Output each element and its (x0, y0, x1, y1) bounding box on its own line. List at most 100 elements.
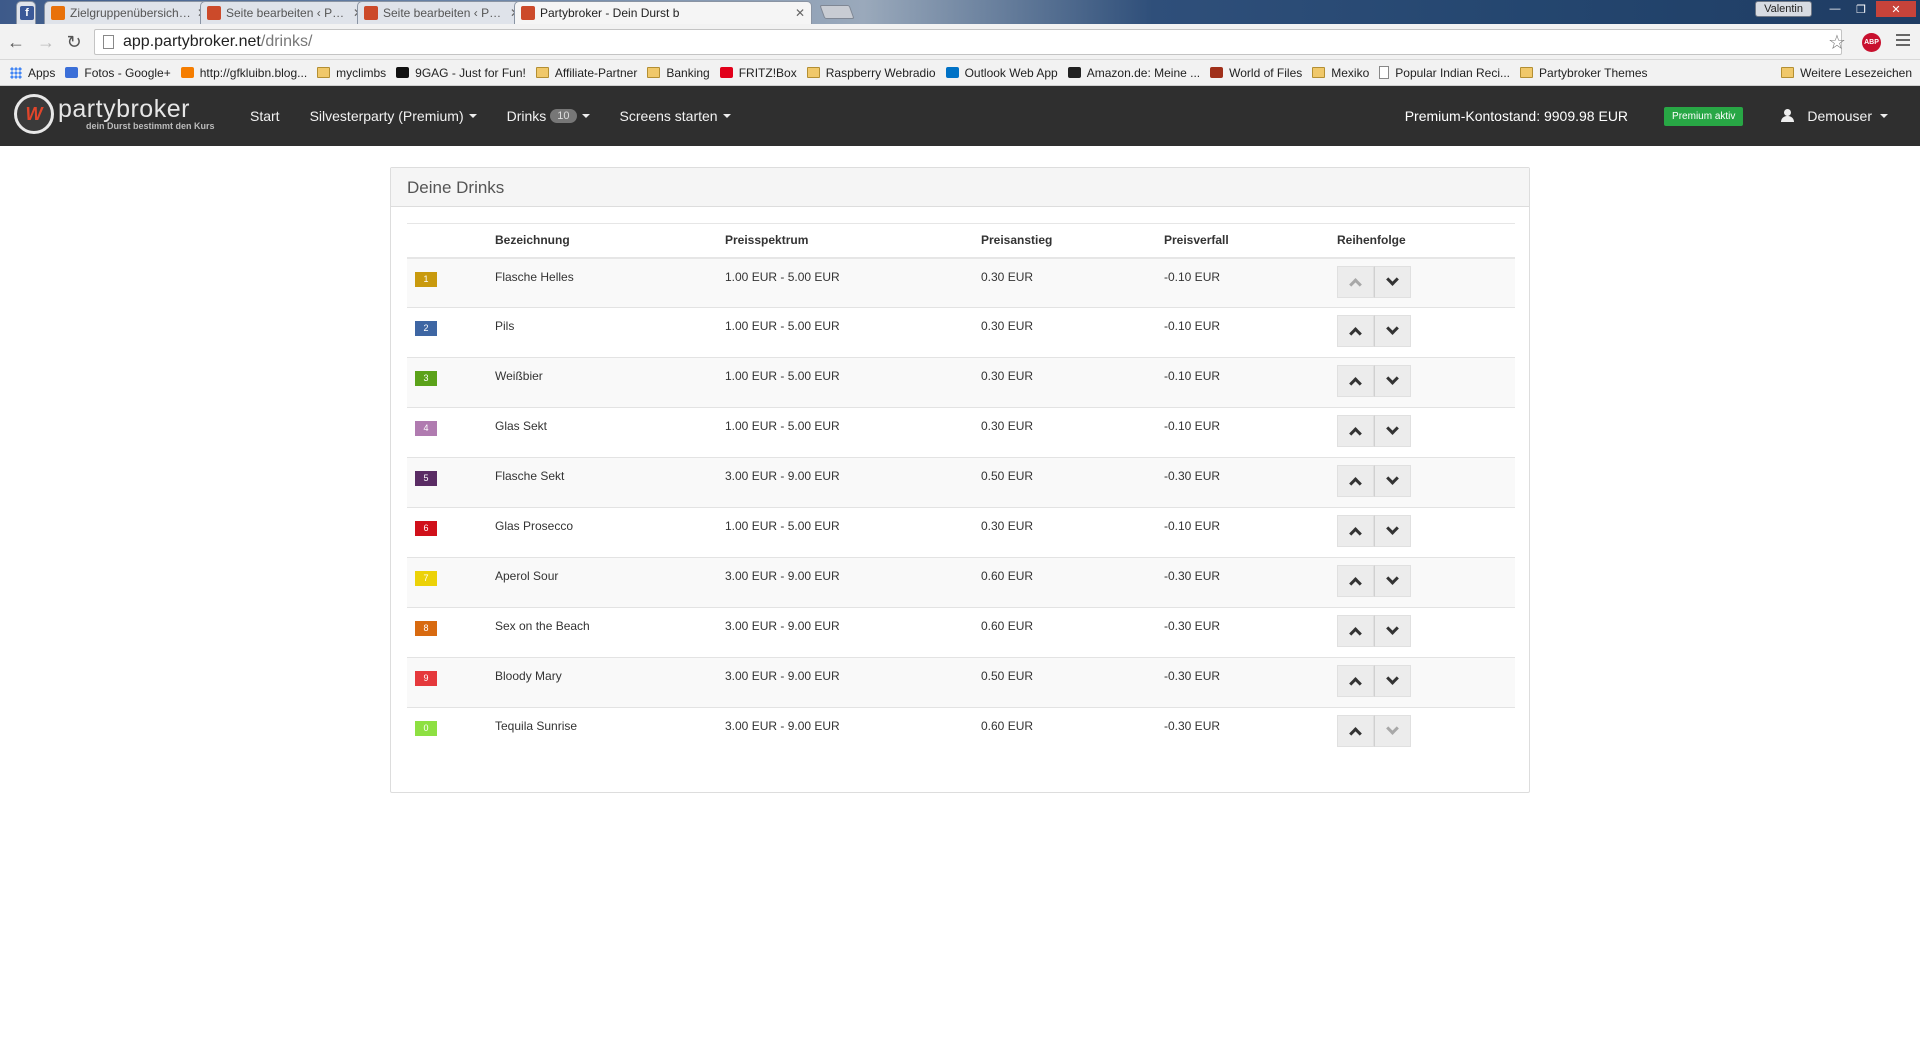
move-up-button[interactable] (1337, 515, 1374, 547)
apps-icon (10, 66, 22, 79)
drink-price-fall: -0.30 EUR (1164, 457, 1337, 508)
chevron-up-icon (1349, 627, 1362, 640)
nav-party-dropdown[interactable]: Silvesterparty (Premium) (310, 108, 477, 124)
drink-name: Sex on the Beach (495, 607, 725, 658)
bookmark-label: Popular Indian Reci... (1395, 65, 1511, 80)
tab-title: Seite bearbeiten ‹ Partybr (226, 6, 349, 20)
browser-tab[interactable]: Zielgruppenübersicht - Go✕ (44, 1, 214, 24)
drink-order-cell (1337, 407, 1515, 458)
bookmark-item[interactable]: FRITZ!Box (719, 66, 797, 80)
bookmark-item[interactable]: myclimbs (317, 66, 386, 80)
chevron-up-icon (1349, 727, 1362, 740)
move-down-button[interactable] (1374, 315, 1411, 347)
header-name: Bezeichnung (495, 223, 725, 259)
drink-row: 6 Glas Prosecco 1.00 EUR - 5.00 EUR 0.30 EU… (407, 507, 1515, 558)
drink-price-rise: 0.30 EUR (981, 407, 1164, 458)
chevron-up-icon (1349, 527, 1362, 540)
move-up-button[interactable] (1337, 715, 1374, 747)
chevron-down-icon (1386, 422, 1399, 435)
close-window-icon[interactable]: ✕ (1876, 1, 1916, 17)
bookmark-star-icon[interactable]: ☆ (1828, 30, 1846, 55)
drink-row: 2 Pils 1.00 EUR - 5.00 EUR 0.30 EUR -0.10 EU… (407, 307, 1515, 358)
bookmark-item[interactable]: World of Files (1210, 66, 1302, 80)
drink-price-range: 3.00 EUR - 9.00 EUR (725, 707, 981, 758)
minimize-icon[interactable]: — (1824, 1, 1846, 17)
folder-icon (1520, 67, 1534, 78)
profile-button[interactable]: Valentin (1755, 1, 1812, 17)
move-down-button[interactable] (1374, 465, 1411, 497)
browser-menu-icon[interactable] (1896, 34, 1910, 49)
drink-row: 4 Glas Sekt 1.00 EUR - 5.00 EUR 0.30 EUR -0.… (407, 407, 1515, 458)
bookmark-item[interactable]: Amazon.de: Meine ... (1067, 65, 1201, 80)
order-buttons (1337, 365, 1411, 397)
move-down-button[interactable] (1374, 265, 1411, 298)
move-up-button[interactable] (1337, 415, 1374, 447)
address-bar[interactable]: app.partybroker.net/drinks/ (94, 29, 1842, 55)
drink-color-cell: 9 (407, 657, 495, 708)
adblock-plus-icon[interactable]: ABP (1862, 33, 1881, 52)
browser-tab[interactable]: Seite bearbeiten ‹ Partybr✕ (200, 1, 370, 24)
restore-icon[interactable]: ❐ (1850, 1, 1872, 17)
move-down-button[interactable] (1374, 415, 1411, 447)
new-tab-button[interactable] (819, 5, 855, 19)
user-menu-dropdown[interactable]: Demouser (1781, 108, 1888, 124)
drink-price-rise: 0.50 EUR (981, 657, 1164, 708)
bookmark-item[interactable]: Banking (647, 66, 710, 80)
drink-row: 7 Aperol Sour 3.00 EUR - 9.00 EUR 0.60 EUR -… (407, 557, 1515, 608)
drink-row: 3 Weißbier 1.00 EUR - 5.00 EUR 0.30 EUR -0.1… (407, 357, 1515, 408)
panel-title: Deine Drinks (391, 168, 1529, 207)
bookmark-label: Amazon.de: Meine ... (1086, 65, 1201, 80)
drink-price-rise: 0.30 EUR (981, 257, 1164, 308)
move-up-button[interactable] (1337, 315, 1374, 347)
chevron-down-icon (1386, 622, 1399, 635)
caret-down-icon (722, 114, 731, 118)
bookmark-label: 9GAG - Just for Fun! (415, 65, 526, 80)
move-up-button[interactable] (1337, 665, 1374, 697)
move-up-button[interactable] (1337, 365, 1374, 397)
drink-order-cell (1337, 257, 1515, 308)
browser-tab-facebook[interactable]: f (16, 1, 36, 24)
bookmark-item[interactable]: Mexiko (1312, 66, 1369, 80)
header-rise: Preisanstieg (981, 223, 1164, 259)
logo-name: partybroker (58, 95, 190, 123)
move-down-button[interactable] (1374, 665, 1411, 697)
move-down-button[interactable] (1374, 615, 1411, 647)
bookmark-item[interactable]: Apps (10, 66, 55, 80)
bookmark-item[interactable]: Raspberry Webradio (806, 66, 936, 80)
browser-tab[interactable]: Partybroker - Dein Durst b ✕ (514, 1, 812, 24)
google-plus-icon (65, 67, 79, 78)
chevron-down-icon (1386, 722, 1399, 735)
drink-name: Glas Sekt (495, 407, 725, 458)
move-up-button[interactable] (1337, 465, 1374, 497)
nav-start[interactable]: Start (250, 108, 280, 124)
move-down-button[interactable] (1374, 565, 1411, 597)
partybroker-logo[interactable]: W partybroker dein Durst bestimmt den Ku… (14, 94, 215, 134)
browser-tab[interactable]: Seite bearbeiten ‹ Partybr✕ (357, 1, 527, 24)
order-buttons (1337, 315, 1411, 347)
bookmark-item[interactable]: http://gfkluibn.blog... (180, 66, 307, 80)
chevron-up-icon (1349, 577, 1362, 590)
drink-color-swatch: 5 (415, 471, 437, 486)
drinks-panel: Deine Drinks Bezeichnung Preisspektrum P… (390, 167, 1530, 793)
bookmark-item[interactable]: Popular Indian Reci... (1379, 66, 1510, 80)
forward-icon[interactable]: → (36, 32, 56, 53)
nav-drinks-dropdown[interactable]: Drinks 10 (507, 108, 590, 124)
close-tab-icon[interactable]: ✕ (795, 6, 805, 20)
reload-icon[interactable]: ↻ (64, 32, 84, 53)
bookmark-other[interactable]: Weitere Lesezeichen (1781, 66, 1912, 80)
bookmark-label: Weitere Lesezeichen (1800, 65, 1912, 80)
bookmark-item[interactable]: 9GAG - Just for Fun! (396, 66, 526, 80)
bookmark-item[interactable]: Fotos - Google+ (65, 66, 171, 80)
drink-color-swatch: 3 (415, 371, 437, 386)
move-down-button[interactable] (1374, 365, 1411, 397)
drink-color-swatch: 0 (415, 721, 437, 736)
drinks-count-badge: 10 (550, 109, 577, 123)
move-up-button[interactable] (1337, 615, 1374, 647)
nav-screens-dropdown[interactable]: Screens starten (620, 108, 731, 124)
move-down-button[interactable] (1374, 515, 1411, 547)
move-up-button[interactable] (1337, 565, 1374, 597)
bookmark-item[interactable]: Partybroker Themes (1520, 66, 1648, 80)
bookmark-item[interactable]: Outlook Web App (945, 66, 1058, 80)
back-icon[interactable]: ← (6, 32, 26, 53)
bookmark-item[interactable]: Affiliate-Partner (535, 66, 637, 80)
